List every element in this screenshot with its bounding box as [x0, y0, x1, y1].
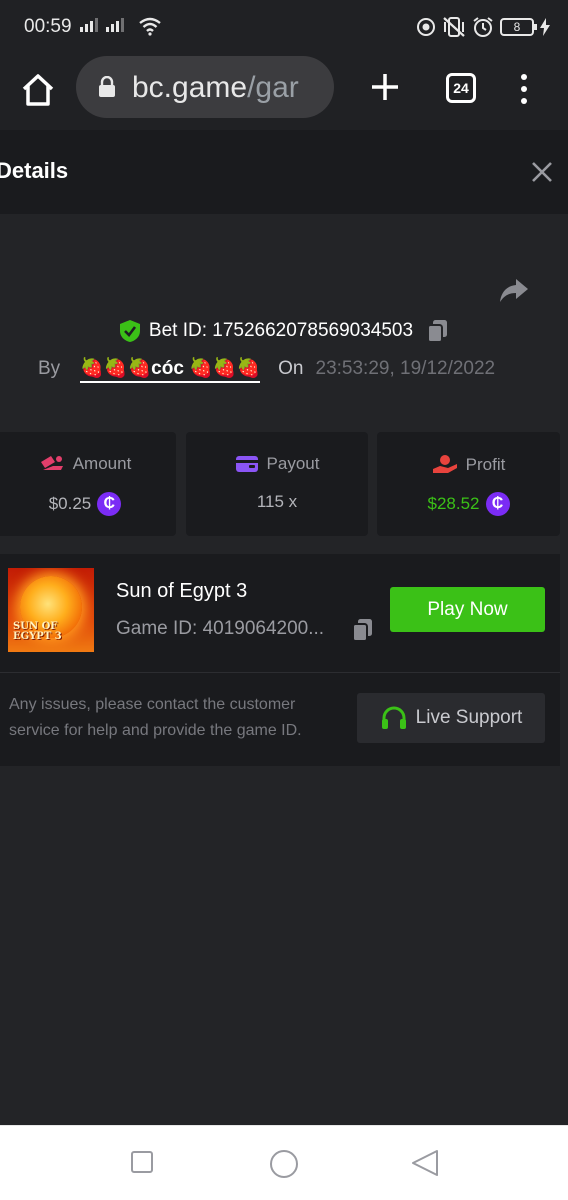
game-thumbnail[interactable]: SUN OF EGYPT 3 — [8, 568, 94, 652]
thumbnail-title: SUN OF EGYPT 3 — [13, 621, 62, 642]
battery-icon: 8 — [500, 18, 537, 36]
wifi-icon — [139, 17, 161, 36]
recent-apps-icon[interactable] — [130, 1150, 154, 1174]
signal-icon — [106, 18, 124, 32]
home-nav-icon[interactable] — [268, 1148, 300, 1180]
game-id: Game ID: 4019064200... — [116, 618, 325, 639]
live-support-button[interactable]: Live Support — [357, 693, 545, 743]
payout-card: Payout 115 x — [186, 432, 368, 536]
amount-label: Amount — [72, 454, 132, 473]
lock-icon — [99, 76, 115, 97]
amount-icon — [40, 456, 63, 470]
profit-label: Profit — [465, 455, 506, 474]
system-nav-bar — [0, 1125, 568, 1200]
live-support-label: Live Support — [415, 707, 523, 728]
copy-icon[interactable] — [427, 319, 449, 343]
amount-card: Amount $0.25 ₵ — [0, 432, 176, 536]
signal-icon — [80, 18, 98, 32]
verified-shield-icon — [119, 320, 140, 342]
on-label: On — [278, 358, 304, 379]
bet-id: Bet ID: 1752662078569034503 — [148, 320, 414, 341]
url-path: /gar — [247, 71, 299, 104]
profit-value: $28.52 — [427, 494, 480, 513]
wallet-icon — [235, 456, 258, 472]
alarm-icon — [473, 17, 493, 37]
share-icon[interactable] — [498, 274, 530, 306]
overflow-menu-icon[interactable] — [512, 72, 536, 106]
status-bar: 00:59 8 — [0, 0, 568, 56]
browser-toolbar: bc.game/gar 24 — [0, 56, 568, 130]
home-icon[interactable] — [20, 72, 56, 108]
profit-card: Profit $28.52 ₵ — [377, 432, 560, 536]
screen-record-icon — [417, 18, 435, 36]
bet-id-row: Bet ID: 1752662078569034503 — [0, 316, 568, 346]
bet-datetime: 23:53:29, 19/12/2022 — [315, 358, 496, 379]
by-label: By — [38, 358, 61, 379]
bet-details-page: Details Bet ID: 1752662078569034503 By 🍓… — [0, 130, 568, 1125]
status-time: 00:59 — [24, 16, 72, 37]
bettor-row: By 🍓🍓🍓cóc 🍓🍓🍓 On 23:53:29, 19/12/2022 — [38, 354, 495, 384]
copy-game-id-icon[interactable] — [352, 618, 374, 642]
close-icon[interactable] — [530, 160, 554, 184]
vibrate-off-icon — [443, 17, 465, 37]
url-text: bc.game/gar — [132, 71, 299, 105]
back-icon[interactable] — [410, 1148, 440, 1178]
game-panel: SUN OF EGYPT 3 Sun of Egypt 3 Game ID: 40… — [0, 554, 560, 766]
support-notice: Any issues, please contact the customer … — [9, 696, 302, 739]
coin-icon: ₵ — [485, 492, 510, 516]
divider — [0, 672, 560, 673]
game-name: Sun of Egypt 3 — [116, 580, 248, 602]
new-tab-icon[interactable] — [368, 70, 402, 104]
dialog-header: Details — [0, 130, 568, 214]
dialog-title: Details — [0, 158, 69, 183]
username-link[interactable]: 🍓🍓🍓cóc 🍓🍓🍓 — [80, 356, 261, 383]
coin-icon: ₵ — [97, 492, 122, 516]
tab-switcher-button[interactable]: 24 — [446, 73, 476, 103]
payout-value: 115 x — [256, 492, 298, 511]
profit-icon — [432, 455, 457, 473]
url-host: bc.game — [132, 71, 248, 104]
charging-icon — [540, 18, 550, 36]
headset-icon — [381, 706, 406, 729]
play-now-button[interactable]: Play Now — [390, 587, 545, 632]
payout-label: Payout — [266, 454, 320, 473]
amount-value: $0.25 — [48, 494, 92, 513]
address-bar[interactable]: bc.game/gar — [76, 56, 334, 118]
